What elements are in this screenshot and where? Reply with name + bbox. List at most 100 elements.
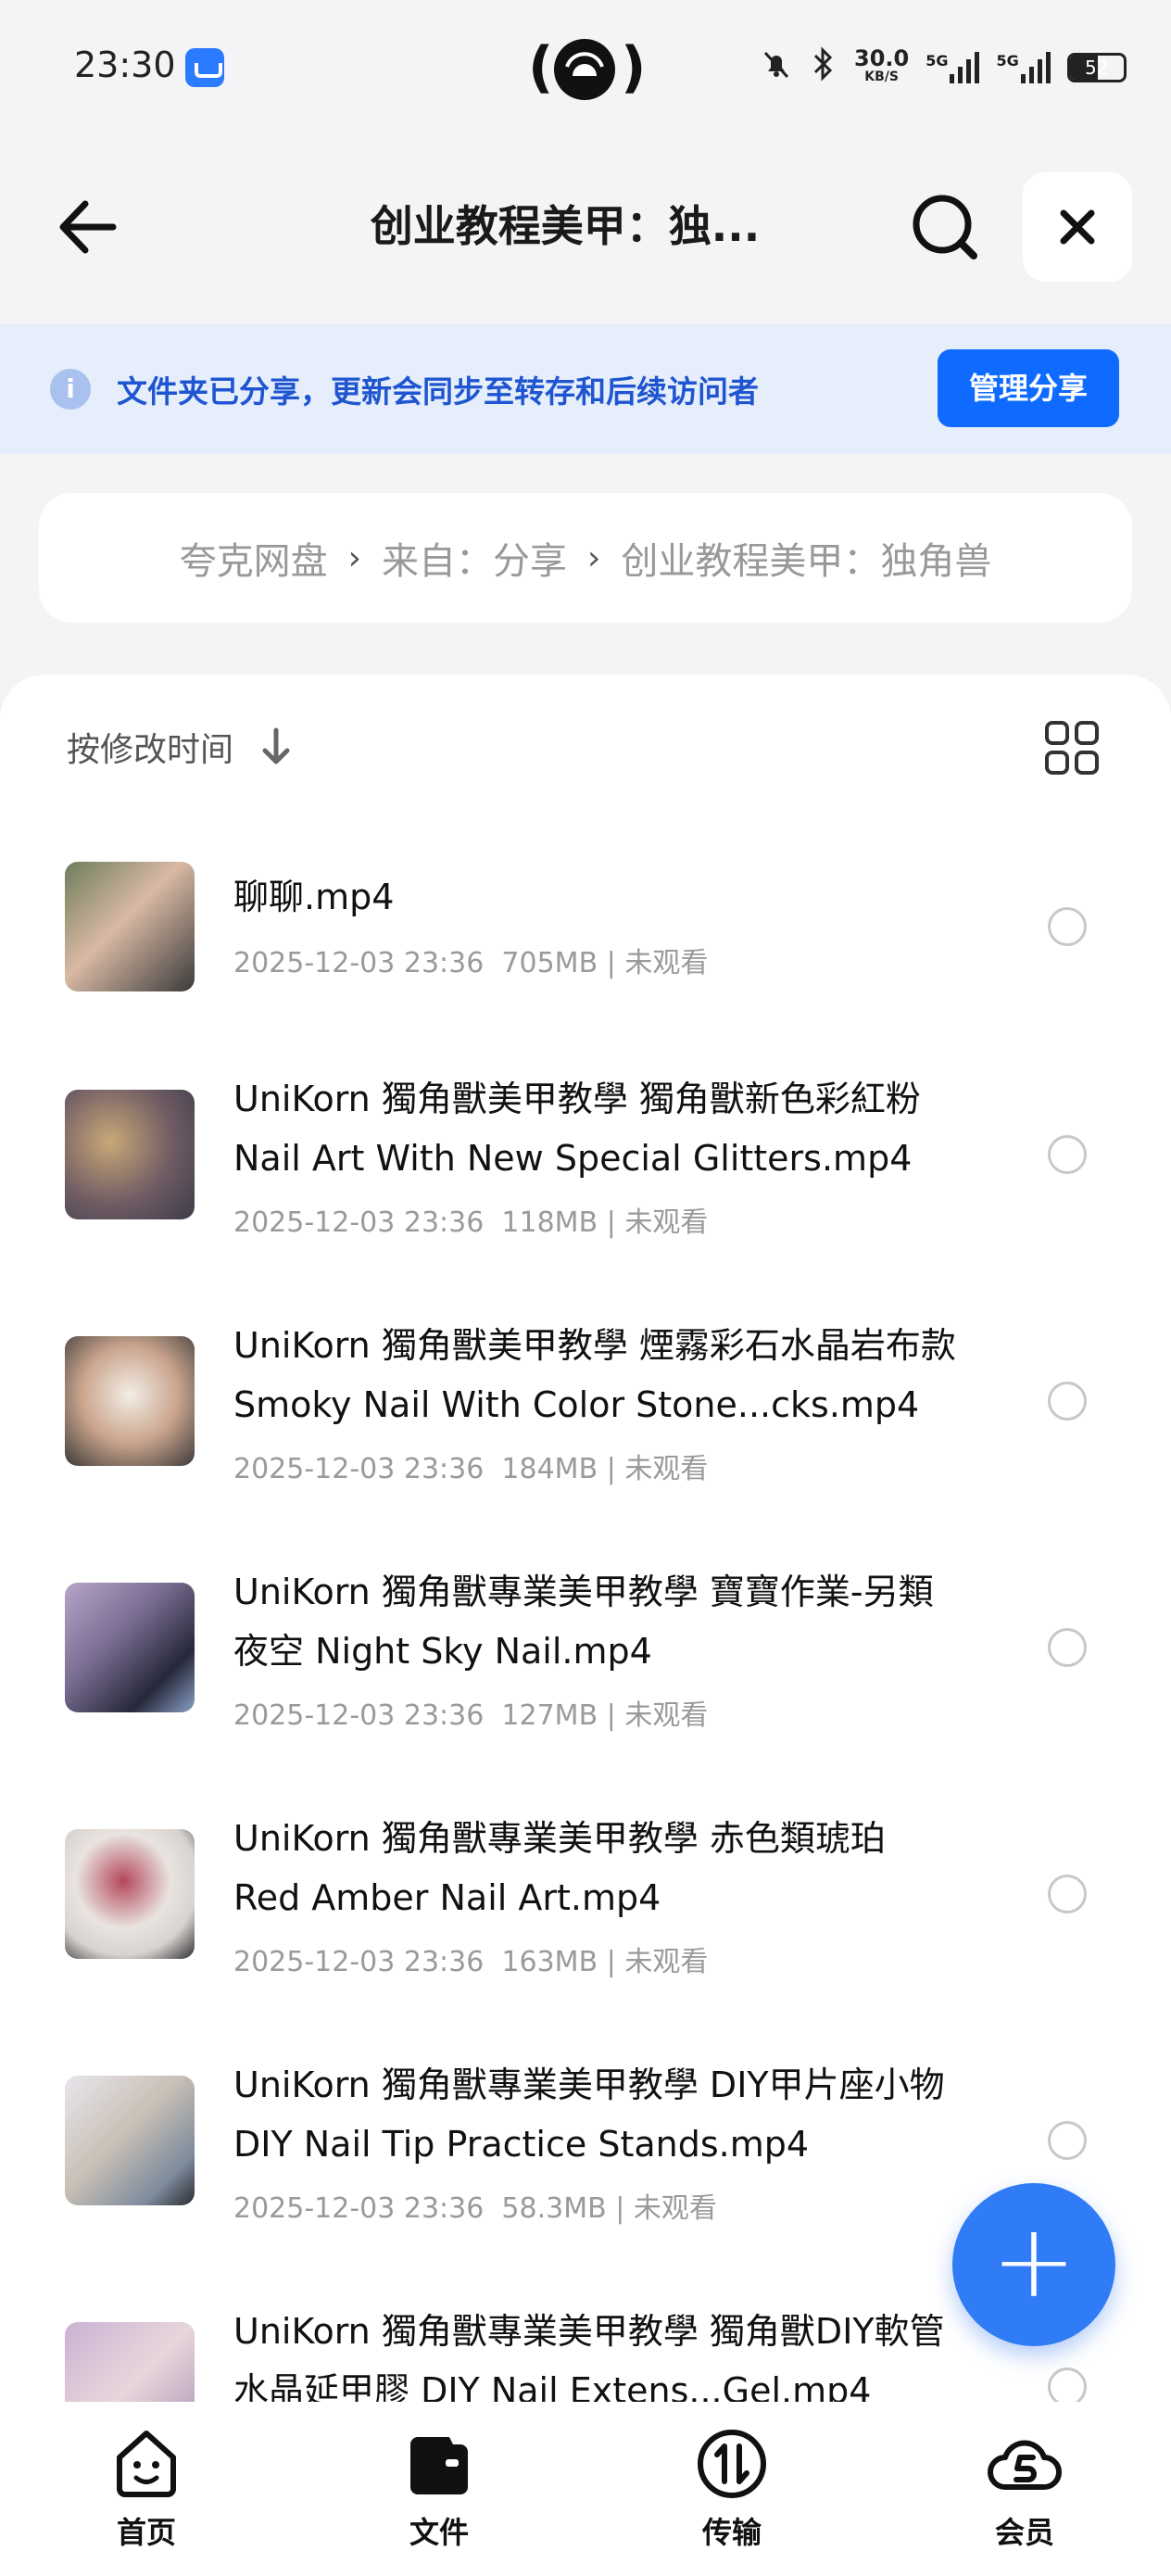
nav-vip-label: 会员 bbox=[994, 2515, 1054, 2550]
battery-level: 52 bbox=[1085, 57, 1109, 79]
cloud-app-icon bbox=[185, 48, 224, 87]
watch-status: 未观看 bbox=[624, 947, 709, 979]
share-banner-text: 文件夹已分享，更新会同步至转存和后续访问者 bbox=[117, 373, 759, 410]
battery-icon: 52 bbox=[1066, 53, 1127, 82]
close-button[interactable] bbox=[1023, 172, 1132, 282]
net-speed: 30.0 KB/S bbox=[854, 45, 910, 86]
video-thumbnail bbox=[65, 2322, 195, 2402]
video-thumbnail bbox=[65, 862, 195, 991]
video-thumbnail bbox=[65, 1090, 195, 1219]
manage-share-button[interactable]: 管理分享 bbox=[938, 349, 1119, 427]
search-button[interactable] bbox=[903, 185, 987, 269]
nav-transfer[interactable]: 传输 bbox=[586, 2402, 878, 2576]
nav-transfer-label: 传输 bbox=[701, 2515, 762, 2550]
file-row[interactable]: UniKorn 獨角獸美甲教學 煙霧彩石水晶岩布款 Smoky Nail Wit… bbox=[0, 1303, 1171, 1549]
watch-status: 未观看 bbox=[633, 2192, 717, 2225]
bottom-nav: 首页 文件 传输 会员 bbox=[0, 2402, 1171, 2576]
transfer-icon bbox=[698, 2430, 766, 2498]
watch-status: 未观看 bbox=[624, 1453, 709, 1485]
close-icon bbox=[1060, 209, 1095, 245]
video-thumbnail bbox=[65, 2076, 195, 2205]
file-name: UniKorn 獨角獸專業美甲教學 赤色類琥珀 Red Amber Nail A… bbox=[233, 1818, 886, 1918]
file-size: 127MB bbox=[501, 1699, 598, 1732]
video-thumbnail bbox=[65, 1336, 195, 1466]
watch-status: 未观看 bbox=[624, 1699, 709, 1732]
file-date: 2025-12-03 23:36 bbox=[233, 947, 485, 979]
search-icon bbox=[913, 195, 977, 259]
file-date: 2025-12-03 23:36 bbox=[233, 1946, 485, 1978]
nav-home-label: 首页 bbox=[116, 2515, 176, 2550]
file-size: 58.3MB bbox=[501, 2192, 607, 2225]
select-radio[interactable] bbox=[1048, 2121, 1087, 2160]
file-name: 聊聊.mp4 bbox=[233, 877, 395, 917]
select-radio[interactable] bbox=[1048, 1875, 1087, 1913]
file-meta: 2025-12-03 23:36 58.3MB | 未观看 bbox=[233, 2192, 717, 2225]
nav-files[interactable]: 文件 bbox=[293, 2402, 586, 2576]
arrow-down-icon bbox=[262, 727, 290, 764]
file-meta: 2025-12-03 23:36 163MB | 未观看 bbox=[233, 1946, 709, 1978]
file-meta: 2025-12-03 23:36 705MB | 未观看 bbox=[233, 947, 709, 979]
select-radio[interactable] bbox=[1048, 2368, 1087, 2402]
file-date: 2025-12-03 23:36 bbox=[233, 2192, 485, 2225]
file-date: 2025-12-03 23:36 bbox=[233, 1453, 485, 1485]
file-size: 184MB bbox=[501, 1453, 598, 1485]
bluetooth-icon bbox=[810, 46, 837, 89]
select-radio[interactable] bbox=[1048, 1382, 1087, 1421]
nav-files-label: 文件 bbox=[409, 2515, 469, 2550]
file-name: UniKorn 獨角獸專業美甲教學 寶寶作業-另類夜空 Night Sky Na… bbox=[233, 1572, 934, 1672]
home-face-icon bbox=[117, 2431, 176, 2497]
nav-home[interactable]: 首页 bbox=[0, 2402, 293, 2576]
info-icon: i bbox=[50, 369, 91, 410]
status-time: 23:30 bbox=[74, 44, 176, 85]
sort-control[interactable]: 按修改时间 bbox=[67, 723, 295, 771]
add-fab-button[interactable]: + bbox=[952, 2183, 1115, 2346]
wallet-folder-icon bbox=[410, 2437, 468, 2494]
grid-view-button[interactable] bbox=[1043, 719, 1101, 777]
grid-view-icon bbox=[1045, 721, 1099, 775]
file-row[interactable]: 聊聊.mp4 2025-12-03 23:36 705MB | 未观看 bbox=[0, 830, 1171, 1077]
watch-status: 未观看 bbox=[624, 1946, 709, 1978]
select-radio[interactable] bbox=[1048, 907, 1087, 946]
hotspot-dot bbox=[554, 39, 615, 100]
file-size: 705MB bbox=[501, 947, 598, 979]
hotspot-bracket-right: ) bbox=[621, 35, 647, 100]
sim1-label: 5G bbox=[925, 52, 949, 69]
file-meta: 2025-12-03 23:36 184MB | 未观看 bbox=[233, 1453, 709, 1485]
vip-cloud-icon bbox=[988, 2440, 1062, 2490]
file-row[interactable]: UniKorn 獨角獸專業美甲教學 寶寶作業-另類夜空 Night Sky Na… bbox=[0, 1549, 1171, 1796]
video-thumbnail bbox=[65, 1583, 195, 1712]
sim2-label: 5G bbox=[996, 52, 1019, 69]
mute-bell-icon bbox=[760, 47, 793, 88]
nav-vip[interactable]: 会员 bbox=[878, 2402, 1171, 2576]
file-date: 2025-12-03 23:36 bbox=[233, 1206, 485, 1239]
hotspot-bracket-left: ( bbox=[528, 35, 554, 100]
select-radio[interactable] bbox=[1048, 1628, 1087, 1667]
chevron-right-icon: › bbox=[347, 538, 361, 577]
breadcrumb-root[interactable]: 夸克网盘 bbox=[180, 531, 328, 585]
net-speed-value: 30.0 bbox=[854, 45, 910, 71]
breadcrumb-shared[interactable]: 来自：分享 bbox=[382, 531, 567, 585]
file-meta: 2025-12-03 23:36 118MB | 未观看 bbox=[233, 1206, 709, 1239]
breadcrumb: 夸克网盘 › 来自：分享 › 创业教程美甲：独角兽 bbox=[39, 493, 1132, 623]
file-name: UniKorn 獨角獸專業美甲教學 獨角獸DIY軟管水晶延甲膠 DIY Nail… bbox=[233, 2311, 945, 2402]
file-row[interactable]: UniKorn 獨角獸美甲教學 獨角獸新色彩紅粉Nail Art With Ne… bbox=[0, 1056, 1171, 1303]
file-name: UniKorn 獨角獸美甲教學 獨角獸新色彩紅粉Nail Art With Ne… bbox=[233, 1079, 921, 1179]
breadcrumb-current[interactable]: 创业教程美甲：独角兽 bbox=[621, 531, 991, 585]
file-name: UniKorn 獨角獸美甲教學 煙霧彩石水晶岩布款 Smoky Nail Wit… bbox=[233, 1325, 956, 1425]
signal-sim1-icon: 5G bbox=[925, 52, 980, 83]
file-date: 2025-12-03 23:36 bbox=[233, 1699, 485, 1732]
file-name: UniKorn 獨角獸專業美甲教學 DIY甲片座小物 DIY Nail Tip … bbox=[233, 2065, 945, 2165]
video-thumbnail bbox=[65, 1829, 195, 1959]
select-radio[interactable] bbox=[1048, 1135, 1087, 1174]
back-button[interactable] bbox=[48, 185, 132, 269]
page-title: 创业教程美甲：独... bbox=[370, 201, 761, 251]
system-icons: 30.0 KB/S 5G 5G 52 bbox=[760, 44, 1127, 91]
watch-status: 未观看 bbox=[624, 1206, 709, 1239]
signal-sim2-icon: 5G bbox=[996, 52, 1051, 83]
chevron-right-icon: › bbox=[587, 538, 601, 577]
arrow-left-icon bbox=[59, 200, 117, 254]
file-size: 163MB bbox=[501, 1946, 598, 1978]
hotspot-icon: ( ) bbox=[528, 35, 646, 100]
sort-label: 按修改时间 bbox=[67, 731, 234, 769]
file-row[interactable]: UniKorn 獨角獸專業美甲教學 赤色類琥珀 Red Amber Nail A… bbox=[0, 1796, 1171, 2042]
